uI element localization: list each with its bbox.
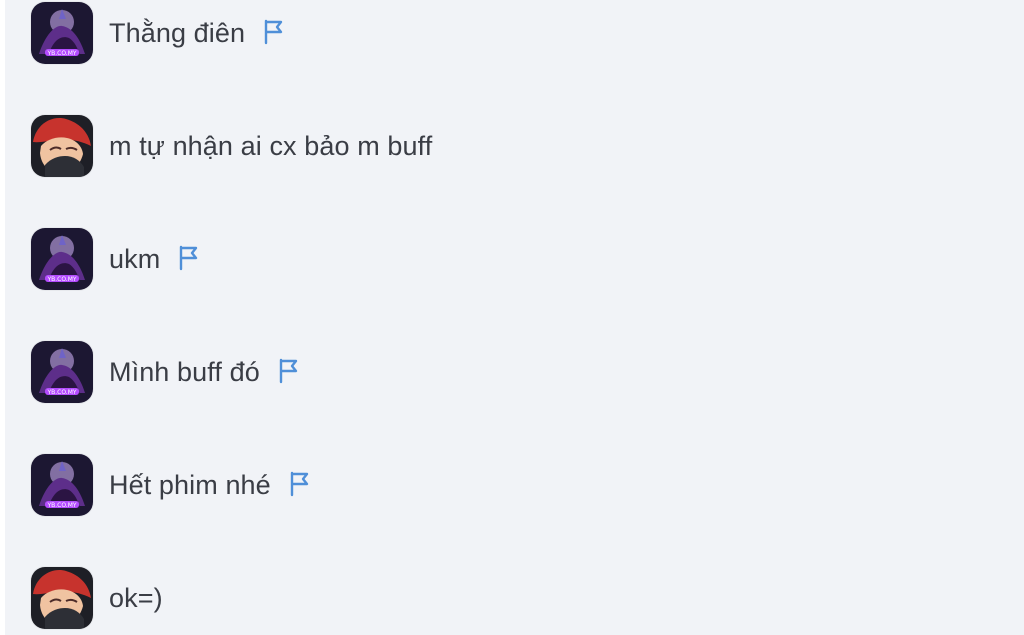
svg-text:YB.CO.MY: YB.CO.MY [46,502,76,509]
message-text: Thằng điên [109,17,246,48]
chat-message-list: YB.CO.MY Thằng điên m tự nhận ai cx bảo … [0,0,1024,635]
flag-icon[interactable] [263,19,285,45]
purple-warrior-avatar-icon[interactable]: YB.CO.MY [31,454,93,516]
message-text: Mình buff đó [109,356,260,387]
svg-text:YB.CO.MY: YB.CO.MY [46,276,76,283]
flag-icon[interactable] [178,245,200,271]
chat-message: YB.CO.MY Hết phim nhé [31,453,311,517]
purple-warrior-avatar-icon[interactable]: YB.CO.MY [31,341,93,403]
chat-message: YB.CO.MY ukm [31,227,200,291]
purple-warrior-avatar-icon[interactable]: YB.CO.MY [31,2,93,64]
svg-text:YB.CO.MY: YB.CO.MY [46,389,76,396]
red-hair-avatar-icon[interactable] [31,115,93,177]
flag-icon[interactable] [289,471,311,497]
message-text: ukm [109,243,161,274]
chat-message: YB.CO.MY Thằng điên [31,1,285,65]
chat-message: m tự nhận ai cx bảo m buff [31,114,432,178]
message-text: ok=) [109,582,163,613]
svg-text:YB.CO.MY: YB.CO.MY [46,50,76,57]
flag-icon[interactable] [278,358,300,384]
message-text: m tự nhận ai cx bảo m buff [109,130,433,161]
red-hair-avatar-icon[interactable] [31,567,93,629]
message-text: Hết phim nhé [109,469,271,500]
chat-message: ok=) [31,566,163,630]
chat-message: YB.CO.MY Mình buff đó [31,340,300,404]
purple-warrior-avatar-icon[interactable]: YB.CO.MY [31,228,93,290]
